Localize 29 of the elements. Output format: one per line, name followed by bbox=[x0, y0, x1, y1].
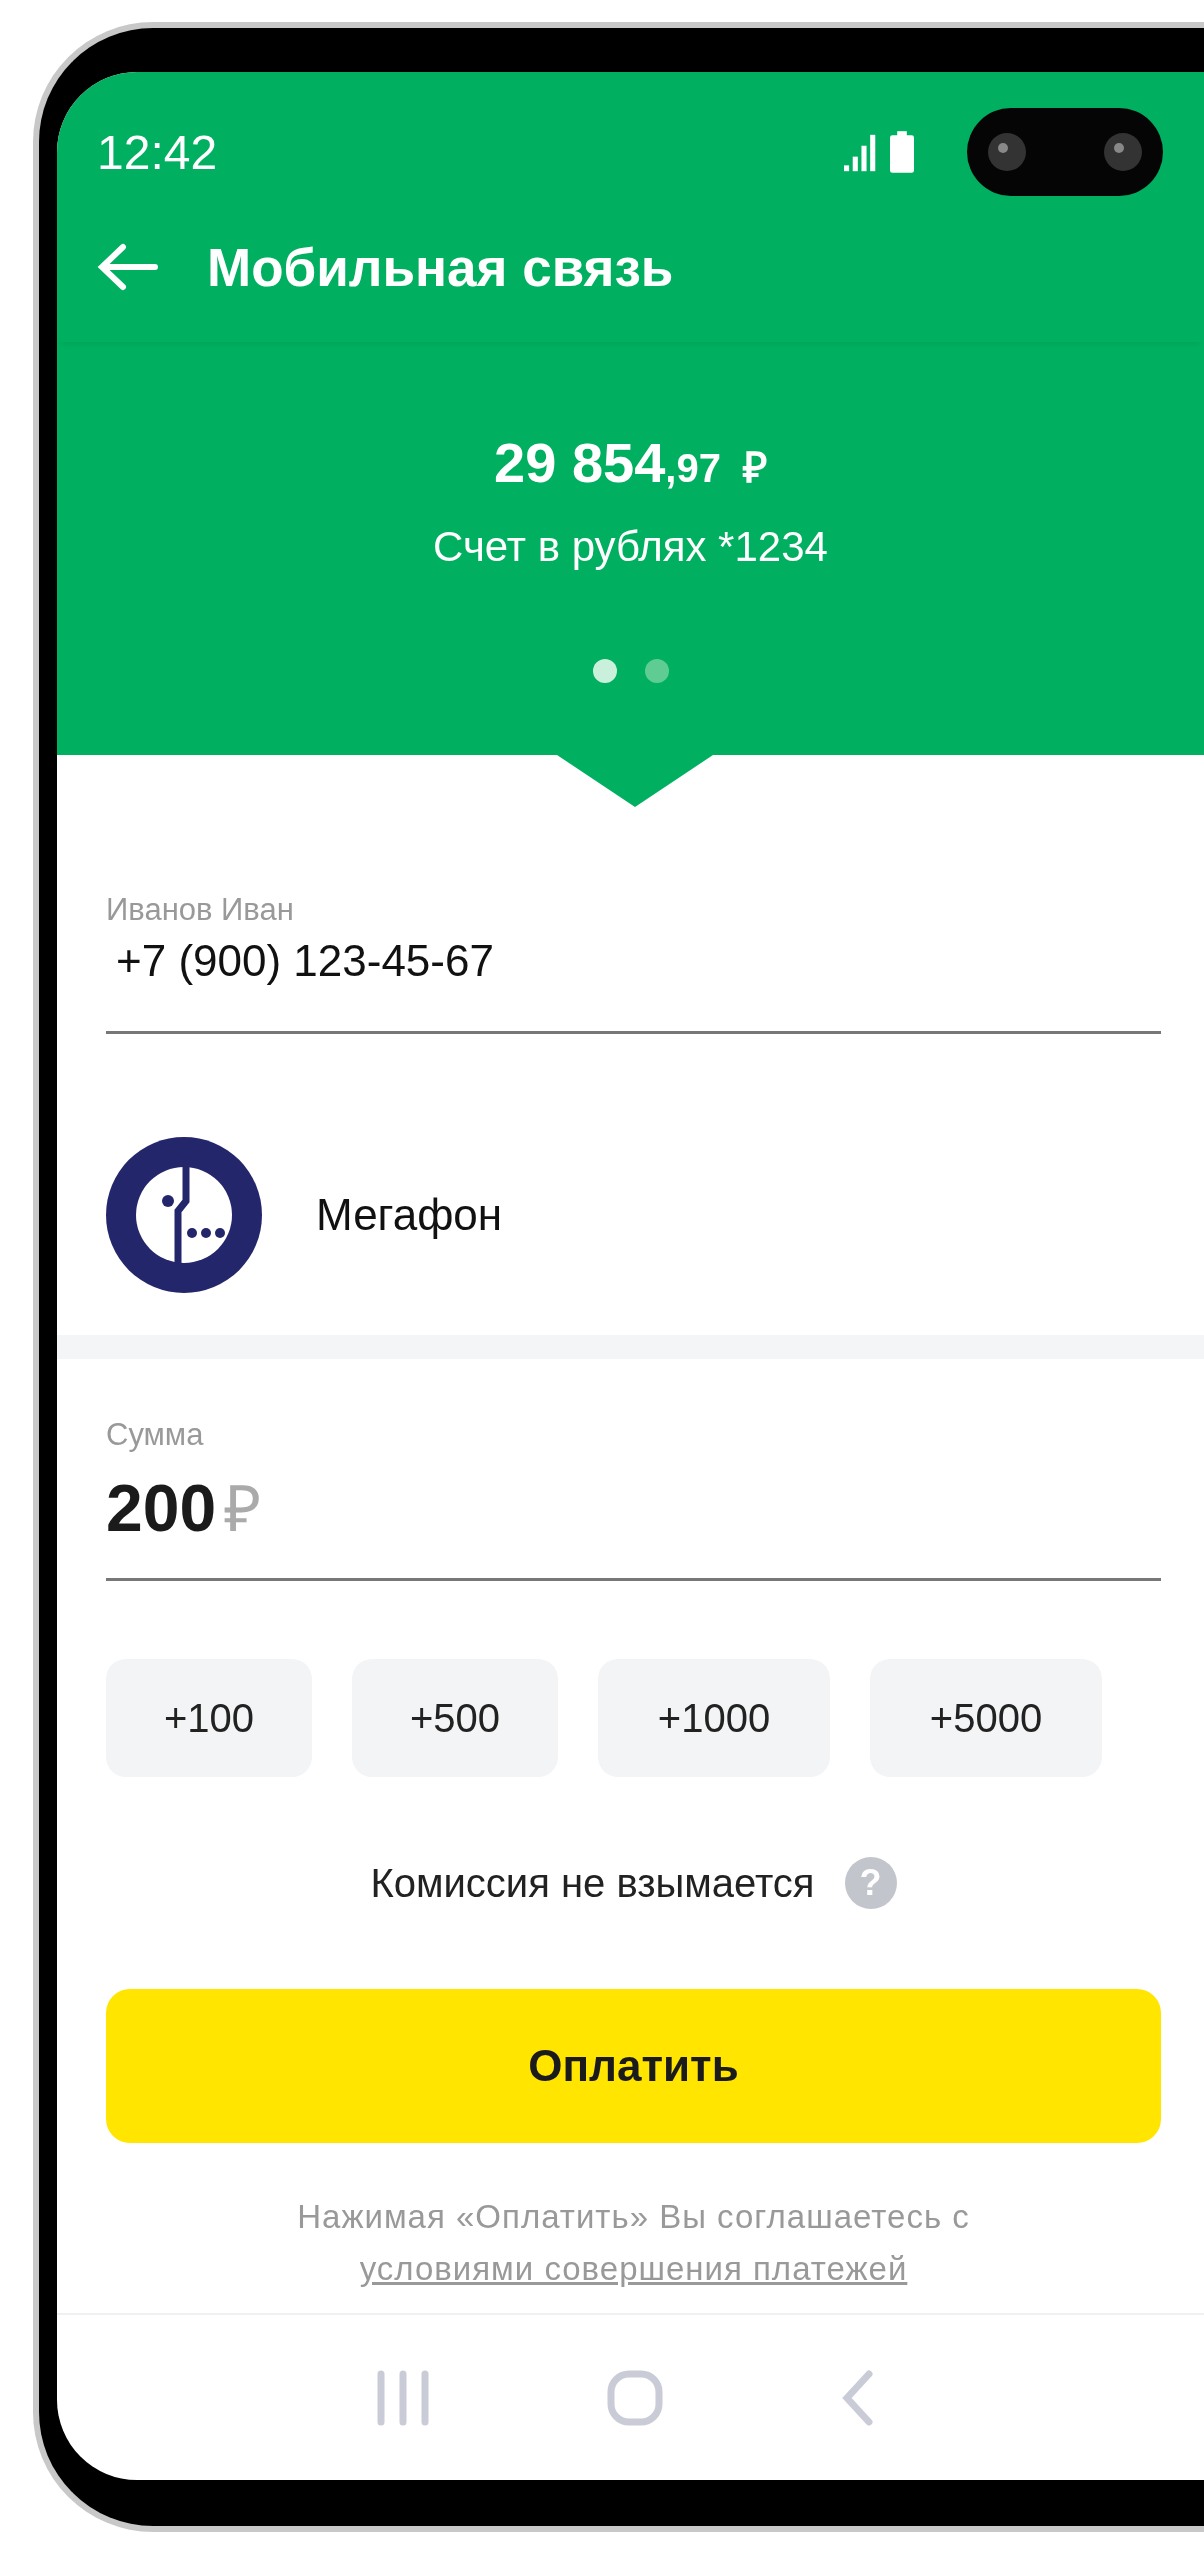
phone-number: +7 (900) 123-45-67 bbox=[115, 936, 495, 986]
pay-button[interactable]: Оплатить bbox=[106, 1989, 1161, 2143]
back-arrow-icon bbox=[97, 243, 159, 291]
page-indicator-dot[interactable] bbox=[644, 659, 669, 683]
account-balance: 29 854,97 ₽ bbox=[494, 430, 767, 495]
recent-apps-icon[interactable] bbox=[375, 2369, 430, 2426]
status-time: 12:42 bbox=[97, 124, 218, 180]
battery-icon bbox=[890, 131, 914, 173]
terms-note: Нажимая «Оплатить» Вы соглашаетесь с условиями совершения платежей bbox=[296, 2197, 971, 2289]
page-indicator-dot[interactable] bbox=[592, 659, 617, 683]
quick-amount-button[interactable]: +500 bbox=[352, 1659, 558, 1777]
signal-icon bbox=[844, 133, 876, 173]
operator-name: Мегафон bbox=[316, 1190, 503, 1240]
quick-amount-button[interactable]: +1000 bbox=[598, 1659, 830, 1777]
amount-value: 200 bbox=[106, 1470, 217, 1546]
currency-sign: ₽ bbox=[224, 1472, 262, 1547]
account-name: Счет в рублях *1234 bbox=[433, 523, 828, 571]
back-button[interactable] bbox=[97, 243, 159, 291]
commission-note: Комиссия не взымается bbox=[370, 1860, 815, 1906]
field-label: Сумма bbox=[106, 1417, 205, 1453]
quick-amount-button[interactable]: +100 bbox=[106, 1659, 312, 1777]
operator-logo-icon bbox=[106, 1137, 262, 1293]
screen-title: Мобильная связь bbox=[207, 236, 674, 298]
back-icon[interactable] bbox=[841, 2369, 876, 2426]
home-icon[interactable] bbox=[607, 2369, 664, 2426]
quick-amount-button[interactable]: +5000 bbox=[870, 1659, 1102, 1777]
field-label: Иванов Иван bbox=[106, 892, 295, 928]
phone-input-field[interactable]: Иванов Иван +7 (900) 123-45-67 bbox=[106, 807, 1161, 1034]
amount-input-field[interactable]: Сумма 200₽ bbox=[106, 1359, 1161, 1581]
